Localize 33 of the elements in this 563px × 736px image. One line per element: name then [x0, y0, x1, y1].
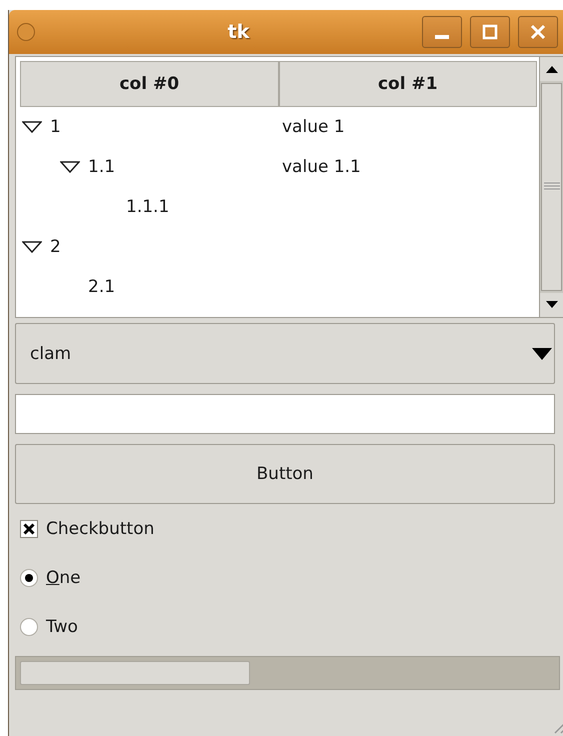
tree-item-label[interactable]: 1.1.1 [126, 197, 170, 217]
checkbox-label[interactable]: Checkbutton [46, 518, 154, 538]
tree-item-label[interactable]: 2 [50, 237, 61, 257]
combobox[interactable]: clam [15, 323, 555, 384]
column-header[interactable]: col #1 [278, 61, 537, 107]
minimize-icon [435, 35, 449, 39]
radio-label[interactable]: One [46, 568, 81, 588]
dropdown-arrow-icon[interactable] [532, 348, 552, 360]
push-button[interactable]: Button [15, 444, 555, 504]
expand-arrow-icon[interactable] [22, 121, 42, 133]
radio-button[interactable] [20, 568, 38, 586]
vertical-scrollbar[interactable] [540, 56, 563, 318]
close-button[interactable] [518, 16, 558, 48]
entry-field[interactable] [15, 394, 555, 434]
maximize-icon [481, 23, 499, 41]
tree-item-label[interactable]: 1.1 [88, 157, 116, 177]
expand-arrow-icon[interactable] [22, 241, 42, 253]
close-icon [529, 23, 547, 41]
expand-arrow-icon[interactable] [60, 161, 80, 173]
down-arrow-icon [546, 301, 558, 309]
maximize-button[interactable] [470, 16, 510, 48]
minimize-button[interactable] [422, 16, 462, 48]
tree-item-label[interactable]: 1 [50, 117, 61, 137]
radio-label[interactable]: Two [46, 616, 78, 636]
checkbox[interactable] [20, 520, 38, 538]
tree-item-label[interactable]: 2.1 [88, 277, 116, 297]
radio-button[interactable] [20, 618, 38, 636]
scroll-thumb[interactable] [541, 83, 562, 291]
tree-item-value: value 1.1 [282, 157, 361, 177]
tree-item-value: value 1 [282, 117, 345, 137]
window-title: tk [226, 21, 250, 43]
column-header[interactable]: col #0 [20, 61, 278, 107]
up-arrow-icon [546, 65, 558, 73]
